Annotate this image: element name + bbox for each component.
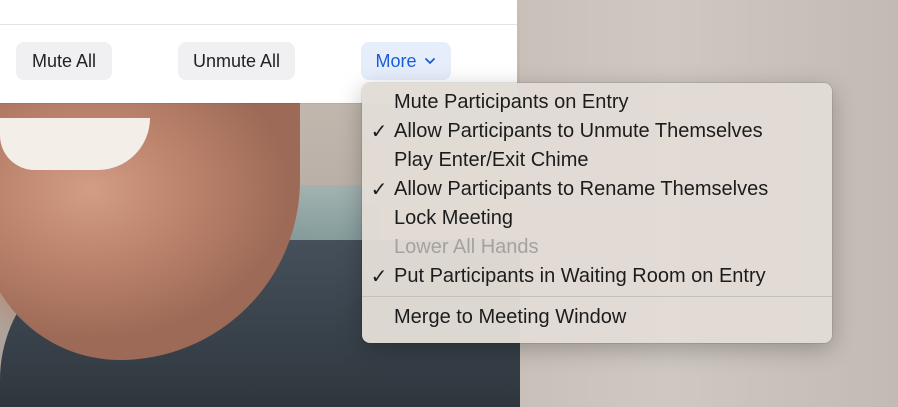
more-button[interactable]: More <box>361 42 451 80</box>
menu-item-allow-unmute[interactable]: ✓ Allow Participants to Unmute Themselve… <box>362 117 832 146</box>
menu-item-mute-on-entry[interactable]: Mute Participants on Entry <box>362 88 832 117</box>
menu-item-merge-window[interactable]: Merge to Meeting Window <box>362 303 832 332</box>
menu-item-label: Lock Meeting <box>394 207 513 229</box>
menu-item-label: Lower All Hands <box>394 236 539 258</box>
checkmark-icon: ✓ <box>370 177 388 201</box>
more-button-label: More <box>375 50 417 71</box>
menu-item-label: Put Participants in Waiting Room on Entr… <box>394 265 766 287</box>
checkmark-icon: ✓ <box>370 264 388 288</box>
menu-item-label: Merge to Meeting Window <box>394 306 627 328</box>
menu-item-label: Mute Participants on Entry <box>394 91 629 113</box>
menu-item-lock-meeting[interactable]: Lock Meeting <box>362 204 832 233</box>
mute-all-button[interactable]: Mute All <box>16 42 112 80</box>
menu-item-label: Allow Participants to Unmute Themselves <box>394 120 763 142</box>
menu-item-lower-all-hands: Lower All Hands <box>362 233 832 262</box>
more-options-menu: Mute Participants on Entry ✓ Allow Parti… <box>362 83 832 343</box>
checkmark-icon: ✓ <box>370 119 388 143</box>
unmute-all-button[interactable]: Unmute All <box>178 42 295 80</box>
menu-item-label: Allow Participants to Rename Themselves <box>394 178 769 200</box>
menu-separator <box>362 296 832 297</box>
panel-divider <box>0 24 517 25</box>
chevron-down-icon <box>424 58 435 64</box>
menu-item-waiting-room[interactable]: ✓ Put Participants in Waiting Room on En… <box>362 262 832 291</box>
menu-item-label: Play Enter/Exit Chime <box>394 149 589 171</box>
menu-item-enter-exit-chime[interactable]: Play Enter/Exit Chime <box>362 146 832 175</box>
menu-item-allow-rename[interactable]: ✓ Allow Participants to Rename Themselve… <box>362 175 832 204</box>
